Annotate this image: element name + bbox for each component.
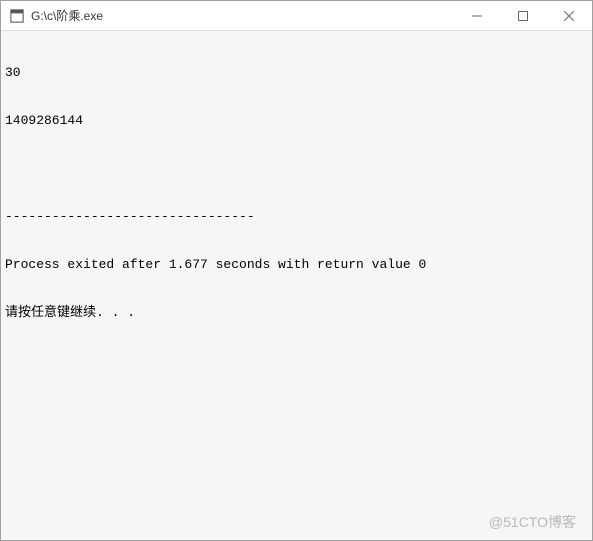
output-line: Process exited after 1.677 seconds with … [5, 257, 588, 273]
console-output[interactable]: 30 1409286144 --------------------------… [1, 31, 592, 540]
watermark-text: @51CTO博客 [489, 514, 576, 530]
output-line: 30 [5, 65, 588, 81]
titlebar[interactable]: G:\c\阶乘.exe [1, 1, 592, 31]
console-window: G:\c\阶乘.exe 30 1409286144 --------------… [0, 0, 593, 541]
output-line [5, 161, 588, 177]
output-line: -------------------------------- [5, 209, 588, 225]
output-line: 请按任意键继续. . . [5, 305, 588, 321]
app-icon [9, 8, 25, 24]
window-title: G:\c\阶乘.exe [31, 1, 454, 31]
maximize-button[interactable] [500, 1, 546, 31]
window-controls [454, 1, 592, 30]
close-button[interactable] [546, 1, 592, 31]
output-line: 1409286144 [5, 113, 588, 129]
minimize-button[interactable] [454, 1, 500, 31]
